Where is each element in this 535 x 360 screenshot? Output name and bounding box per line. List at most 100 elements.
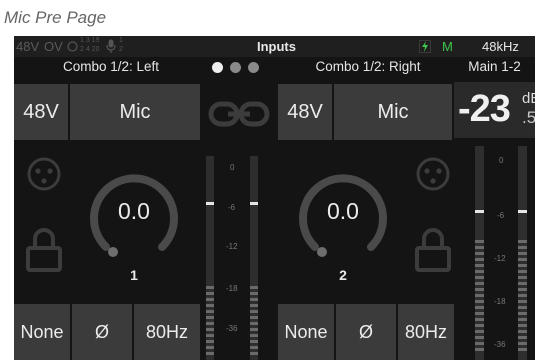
- status-bar: 48V OV 1 3 19 2 4 20 1 2 Inputs M 48kHz: [14, 36, 535, 57]
- stereo-link-icon[interactable]: [208, 96, 270, 132]
- meter-segment: [475, 342, 484, 345]
- page-title: Inputs: [257, 39, 296, 54]
- meter-segment: [475, 336, 484, 339]
- left-phase-button[interactable]: Ø: [72, 304, 132, 360]
- microphone-icon: [106, 39, 116, 53]
- main-level-fraction: .5: [522, 108, 535, 127]
- left-mic-mode-button[interactable]: Mic: [70, 84, 200, 140]
- meter-segment: [250, 352, 258, 355]
- meter-segment: [475, 312, 484, 315]
- left-hpf-button[interactable]: 80Hz: [134, 304, 200, 360]
- meter-segment: [518, 318, 527, 321]
- right-lock-icon[interactable]: [415, 226, 451, 272]
- meter-segment: [475, 240, 484, 243]
- right-hpf-button[interactable]: 80Hz: [398, 304, 454, 360]
- right-48v-button[interactable]: 48V: [278, 84, 332, 140]
- main-level-display: -23 dB .5: [454, 82, 535, 138]
- meter-segment: [475, 348, 484, 351]
- meter-segment: [206, 286, 214, 289]
- left-gain-value: 0.0: [118, 198, 150, 224]
- main-scale-12: -12: [494, 254, 506, 263]
- meter-segment: [518, 300, 527, 303]
- meter-segment: [518, 294, 527, 297]
- meter-segment: [250, 292, 258, 295]
- meter-segment: [206, 310, 214, 313]
- main-scale-36: -36: [494, 340, 506, 349]
- meter-segment: [518, 240, 527, 243]
- meter-segment: [475, 294, 484, 297]
- meter-segment: [518, 324, 527, 327]
- right-gain-value: 0.0: [327, 198, 359, 224]
- main-scale-18: -18: [494, 297, 506, 306]
- right-mic-mode-button[interactable]: Mic: [334, 84, 452, 140]
- meter-segment: [206, 352, 214, 355]
- power-icon: [419, 40, 431, 53]
- left-48v-button[interactable]: 48V: [14, 84, 68, 140]
- page-dots[interactable]: [208, 60, 268, 74]
- meter-segment: [518, 252, 527, 255]
- meter-scale-12: -12: [226, 242, 238, 251]
- meter-segment: [250, 328, 258, 331]
- meter-peak-marker: [475, 210, 484, 213]
- main-output-header: Main 1-2: [468, 59, 521, 74]
- meter-segment: [475, 306, 484, 309]
- meter-segment: [475, 282, 484, 285]
- input-meter-right: [250, 156, 258, 360]
- left-xlr-connector-icon: [27, 157, 61, 191]
- device-screen: 48V OV 1 3 19 2 4 20 1 2 Inputs M 48kHz …: [14, 36, 535, 360]
- meter-segment: [475, 330, 484, 333]
- meter-scale-18: -18: [226, 284, 238, 293]
- meter-segment: [206, 346, 214, 349]
- page-dot-2[interactable]: [230, 62, 241, 73]
- meter-segment: [250, 298, 258, 301]
- meter-segment: [206, 292, 214, 295]
- meter-segment: [475, 288, 484, 291]
- meter-segment: [250, 304, 258, 307]
- main-level-unit: dB: [522, 90, 535, 107]
- page-caption: Mic Pre Page: [4, 8, 107, 27]
- overload-status: OV: [44, 39, 63, 54]
- left-lock-icon[interactable]: [26, 226, 62, 272]
- meter-segment: [475, 246, 484, 249]
- mic-indicator-bottom: 2: [119, 46, 123, 53]
- sync-indicator: M: [442, 39, 453, 54]
- meter-segment: [518, 270, 527, 273]
- meter-segment: [518, 264, 527, 267]
- left-none-button[interactable]: None: [14, 304, 70, 360]
- meter-segment: [206, 334, 214, 337]
- meter-peak-marker: [250, 202, 258, 205]
- input-digits-top: 1 3 19: [80, 37, 100, 44]
- meter-scale-0: 0: [230, 163, 235, 172]
- meter-segment: [206, 298, 214, 301]
- right-phase-button[interactable]: Ø: [336, 304, 396, 360]
- meter-scale-6: -6: [228, 203, 236, 212]
- page-dot-3[interactable]: [248, 62, 259, 73]
- meter-segment: [518, 348, 527, 351]
- meter-segment: [250, 310, 258, 313]
- main-meter-left: [475, 146, 484, 360]
- main-level-value: -23: [458, 88, 511, 130]
- meter-segment: [475, 270, 484, 273]
- right-channel-header: Combo 1/2: Right: [315, 59, 421, 74]
- mic-indicator-top: 1: [119, 37, 123, 44]
- input-digits-bottom: 2 4 20: [80, 46, 100, 53]
- main-scale-6: -6: [497, 211, 505, 220]
- meter-segment: [250, 316, 258, 319]
- page-dot-1[interactable]: [212, 62, 223, 73]
- meter-segment: [475, 300, 484, 303]
- meter-segment: [518, 258, 527, 261]
- right-channel-number: 2: [339, 267, 347, 283]
- left-channel-header: Combo 1/2: Left: [62, 59, 160, 74]
- left-channel-number: 1: [130, 267, 138, 283]
- meter-peak-marker: [206, 202, 214, 205]
- meter-segment: [250, 322, 258, 325]
- meter-segment: [206, 328, 214, 331]
- meter-segment: [250, 334, 258, 337]
- meter-segment: [475, 318, 484, 321]
- clip-circle-icon: [67, 41, 78, 52]
- meter-peak-marker: [518, 210, 527, 213]
- right-none-button[interactable]: None: [278, 304, 334, 360]
- meter-segment: [518, 312, 527, 315]
- meter-segment: [475, 324, 484, 327]
- meter-segment: [518, 276, 527, 279]
